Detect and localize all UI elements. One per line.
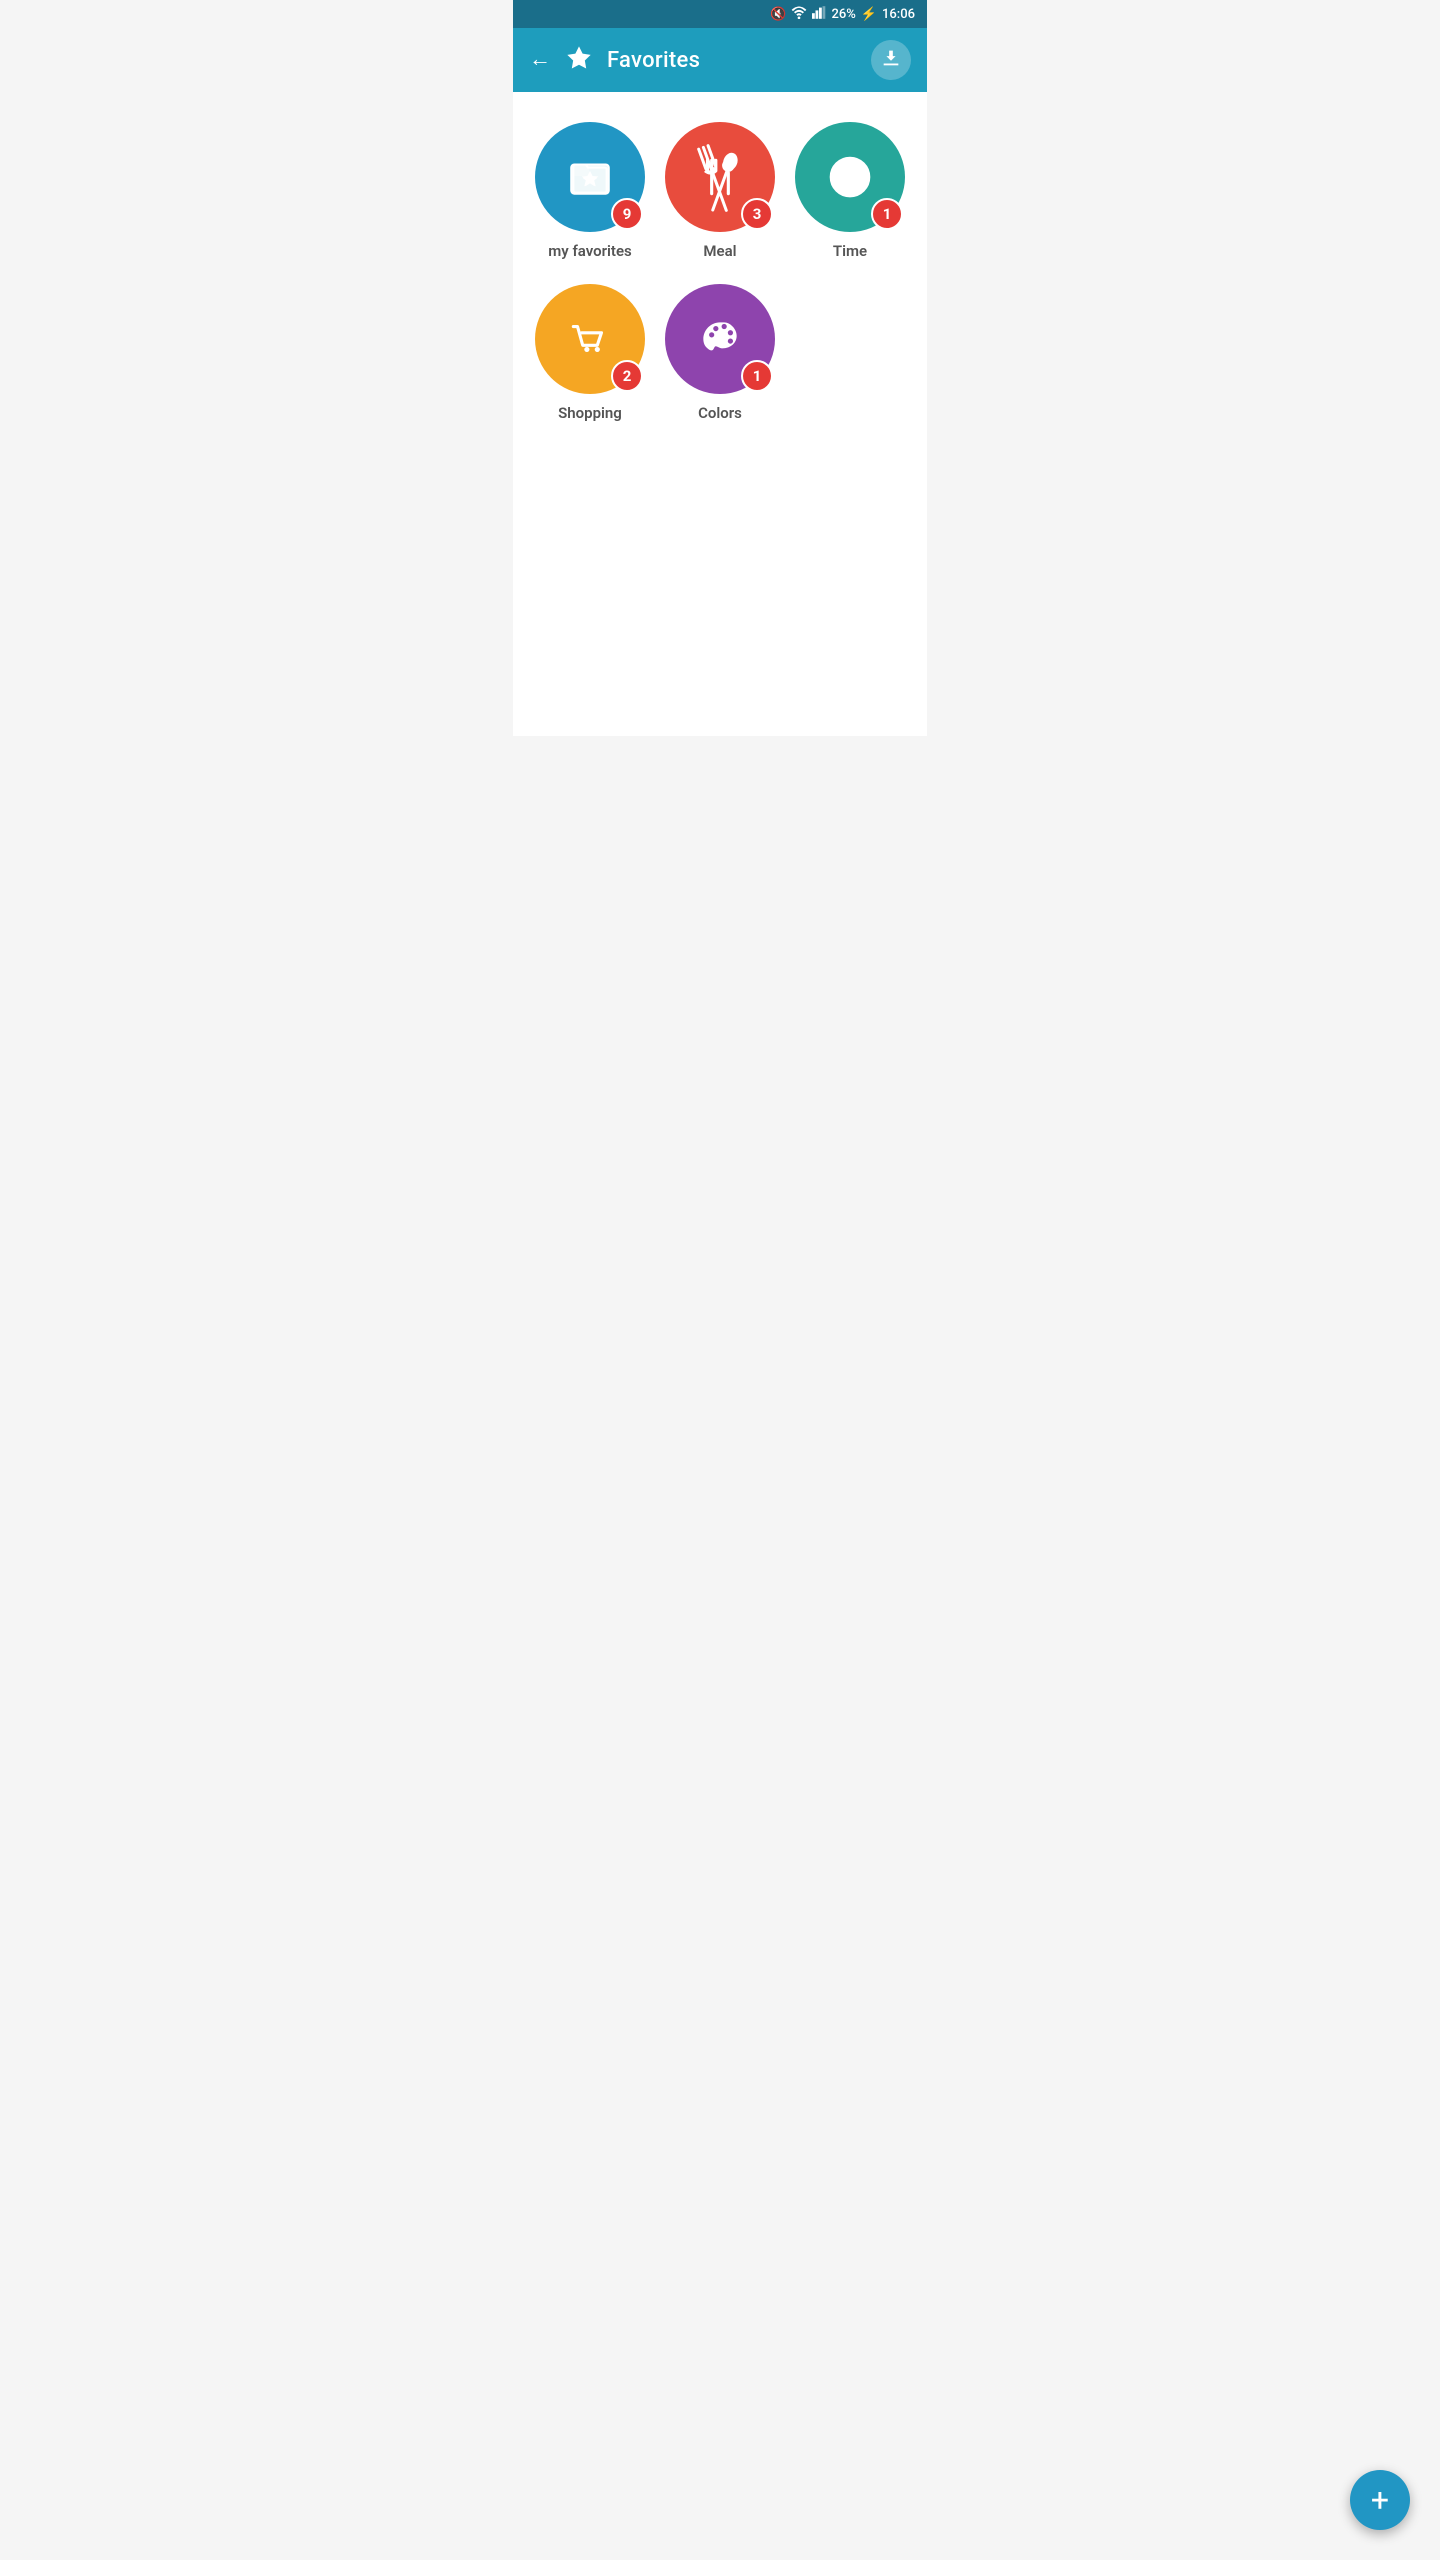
label-my-favorites: my favorites	[548, 242, 632, 260]
battery-text: 26%	[831, 7, 855, 22]
signal-icon	[812, 6, 826, 23]
back-button[interactable]: ←	[529, 49, 551, 71]
download-icon	[880, 47, 902, 74]
status-bar: 🔇 26% ⚡ 16:06	[513, 0, 927, 28]
app-bar-title: Favorites	[607, 48, 700, 73]
time-text: 16:06	[882, 7, 915, 22]
circle-wrapper-time: 1	[795, 122, 905, 232]
badge-my-favorites: 9	[611, 198, 643, 230]
category-item-colors[interactable]: 1 Colors	[663, 284, 777, 422]
favorites-grid: 9 my favorites	[533, 122, 907, 422]
main-content: 9 my favorites	[513, 92, 927, 736]
circle-wrapper-meal: 3	[665, 122, 775, 232]
badge-colors: 1	[741, 360, 773, 392]
mute-icon: 🔇	[770, 7, 786, 22]
circle-wrapper-shopping: 2	[535, 284, 645, 394]
category-item-my-favorites[interactable]: 9 my favorites	[533, 122, 647, 260]
app-bar-left: ← Favorites	[529, 44, 700, 77]
label-time: Time	[833, 242, 867, 260]
circle-wrapper-my-favorites: 9	[535, 122, 645, 232]
category-item-meal[interactable]: 3 Meal	[663, 122, 777, 260]
app-bar: ← Favorites	[513, 28, 927, 92]
battery-icon: ⚡	[861, 7, 877, 22]
label-meal: Meal	[703, 242, 736, 260]
category-item-shopping[interactable]: 2 Shopping	[533, 284, 647, 422]
badge-time: 1	[871, 198, 903, 230]
fab-add-button[interactable]: +	[1350, 2470, 1410, 2530]
download-button[interactable]	[871, 40, 911, 80]
favorites-star-icon	[565, 44, 593, 77]
wifi-icon	[791, 6, 807, 23]
fab-plus-icon: +	[1371, 2484, 1389, 2516]
label-shopping: Shopping	[558, 404, 622, 422]
status-icons: 🔇 26% ⚡ 16:06	[770, 6, 915, 23]
label-colors: Colors	[698, 404, 742, 422]
badge-meal: 3	[741, 198, 773, 230]
circle-wrapper-colors: 1	[665, 284, 775, 394]
category-item-time[interactable]: 1 Time	[793, 122, 907, 260]
badge-shopping: 2	[611, 360, 643, 392]
